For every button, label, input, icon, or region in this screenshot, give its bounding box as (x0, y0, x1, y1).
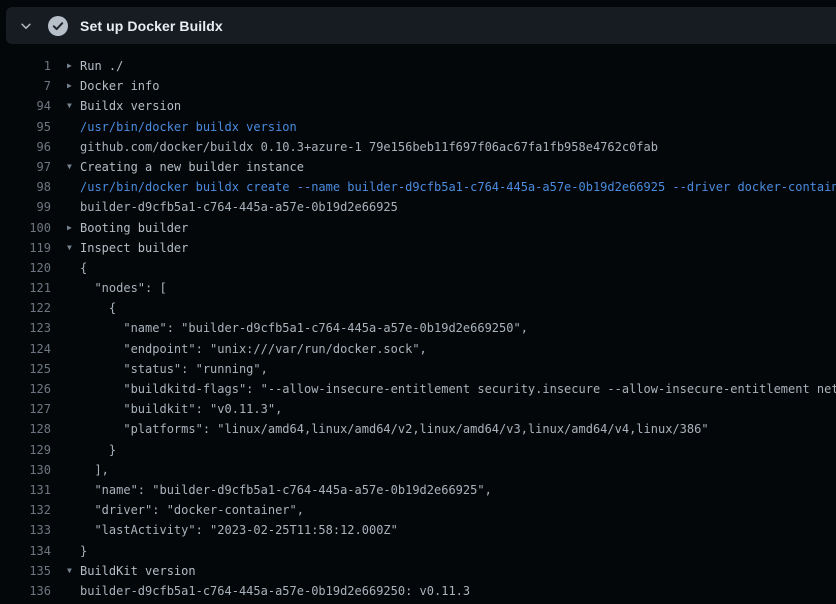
step-header[interactable]: Set up Docker Buildx (6, 7, 836, 44)
line-text: ], (80, 460, 109, 480)
line-text: { (80, 298, 116, 318)
line-number[interactable]: 7 (0, 76, 51, 96)
line-number[interactable]: 94 (0, 96, 51, 116)
log-line-row: 130 ], (0, 460, 836, 480)
log-lines: 1 ▶ Run ./ 7 ▶ Docker info 94 ▼ Buildx v… (0, 56, 836, 601)
line-text: "buildkit": "v0.11.3", (80, 399, 282, 419)
line-number[interactable]: 1 (0, 56, 51, 76)
triangle-right-icon[interactable]: ▶ (67, 76, 80, 96)
triangle-right-icon[interactable]: ▶ (67, 218, 80, 238)
line-number[interactable]: 120 (0, 258, 51, 278)
log-line-row[interactable]: 7 ▶ Docker info (0, 76, 836, 96)
line-text: Creating a new builder instance (80, 157, 304, 177)
log-line-row: 127 "buildkit": "v0.11.3", (0, 399, 836, 419)
line-text: "endpoint": "unix:///var/run/docker.sock… (80, 339, 427, 359)
log-line-row: 131 "name": "builder-d9cfb5a1-c764-445a-… (0, 480, 836, 500)
line-text: } (80, 541, 87, 561)
line-number[interactable]: 96 (0, 137, 51, 157)
log-line-row: 124 "endpoint": "unix:///var/run/docker.… (0, 339, 836, 359)
line-text: "lastActivity": "2023-02-25T11:58:12.000… (80, 520, 398, 540)
line-text: builder-d9cfb5a1-c764-445a-a57e-0b19d2e6… (80, 197, 398, 217)
line-number[interactable]: 97 (0, 157, 51, 177)
line-text: "driver": "docker-container", (80, 500, 304, 520)
triangle-right-icon[interactable]: ▶ (67, 56, 80, 76)
log-line-row: 128 "platforms": "linux/amd64,linux/amd6… (0, 419, 836, 439)
line-number[interactable]: 119 (0, 238, 51, 258)
line-number[interactable]: 124 (0, 339, 51, 359)
log-line-row: 123 "name": "builder-d9cfb5a1-c764-445a-… (0, 318, 836, 338)
line-text: "buildkitd-flags": "--allow-insecure-ent… (80, 379, 836, 399)
triangle-down-icon[interactable]: ▼ (67, 561, 80, 581)
line-number[interactable]: 132 (0, 500, 51, 520)
line-number[interactable]: 126 (0, 379, 51, 399)
line-number[interactable]: 100 (0, 218, 51, 238)
line-number[interactable]: 125 (0, 359, 51, 379)
line-number[interactable]: 127 (0, 399, 51, 419)
line-text: "status": "running", (80, 359, 268, 379)
line-number[interactable]: 99 (0, 197, 51, 217)
check-circle-icon (48, 16, 68, 36)
line-text: builder-d9cfb5a1-c764-445a-a57e-0b19d2e6… (80, 581, 470, 601)
log-line-row: 136 builder-d9cfb5a1-c764-445a-a57e-0b19… (0, 581, 836, 601)
log-line-row: 98 /usr/bin/docker buildx create --name … (0, 177, 836, 197)
line-number[interactable]: 130 (0, 460, 51, 480)
line-number[interactable]: 121 (0, 278, 51, 298)
line-text: "platforms": "linux/amd64,linux/amd64/v2… (80, 419, 709, 439)
log-line-row: 122 { (0, 298, 836, 318)
step-title: Set up Docker Buildx (80, 18, 223, 34)
log-line-row[interactable]: 135 ▼ BuildKit version (0, 561, 836, 581)
log-line-row: 126 "buildkitd-flags": "--allow-insecure… (0, 379, 836, 399)
line-number[interactable]: 129 (0, 440, 51, 460)
log-line-row: 134 } (0, 541, 836, 561)
triangle-down-icon[interactable]: ▼ (67, 96, 80, 116)
line-text: Run ./ (80, 56, 123, 76)
log-area: 1 ▶ Run ./ 7 ▶ Docker info 94 ▼ Buildx v… (0, 44, 836, 601)
line-text: /usr/bin/docker buildx version (80, 117, 297, 137)
log-line-row: 95 /usr/bin/docker buildx version (0, 117, 836, 137)
line-number[interactable]: 135 (0, 561, 51, 581)
line-text: "name": "builder-d9cfb5a1-c764-445a-a57e… (80, 480, 492, 500)
chevron-down-icon[interactable] (18, 18, 34, 34)
line-text: Buildx version (80, 96, 181, 116)
log-line-row[interactable]: 97 ▼ Creating a new builder instance (0, 157, 836, 177)
log-line-row: 132 "driver": "docker-container", (0, 500, 836, 520)
triangle-down-icon[interactable]: ▼ (67, 238, 80, 258)
log-line-row[interactable]: 100 ▶ Booting builder (0, 218, 836, 238)
line-number[interactable]: 95 (0, 117, 51, 137)
line-number[interactable]: 128 (0, 419, 51, 439)
log-line-row[interactable]: 94 ▼ Buildx version (0, 96, 836, 116)
line-text: } (80, 440, 116, 460)
line-text: BuildKit version (80, 561, 196, 581)
line-number[interactable]: 123 (0, 318, 51, 338)
line-text: "name": "builder-d9cfb5a1-c764-445a-a57e… (80, 318, 528, 338)
log-line-row: 129 } (0, 440, 836, 460)
line-number[interactable]: 122 (0, 298, 51, 318)
log-line-row: 133 "lastActivity": "2023-02-25T11:58:12… (0, 520, 836, 540)
line-text: Docker info (80, 76, 159, 96)
log-line-row: 99 builder-d9cfb5a1-c764-445a-a57e-0b19d… (0, 197, 836, 217)
line-text: Booting builder (80, 218, 188, 238)
line-text: "nodes": [ (80, 278, 167, 298)
triangle-down-icon[interactable]: ▼ (67, 157, 80, 177)
line-text: { (80, 258, 87, 278)
log-line-row: 121 "nodes": [ (0, 278, 836, 298)
log-line-row[interactable]: 119 ▼ Inspect builder (0, 238, 836, 258)
log-line-row[interactable]: 1 ▶ Run ./ (0, 56, 836, 76)
line-text: /usr/bin/docker buildx create --name bui… (80, 177, 836, 197)
line-number[interactable]: 133 (0, 520, 51, 540)
log-line-row: 96 github.com/docker/buildx 0.10.3+azure… (0, 137, 836, 157)
line-number[interactable]: 136 (0, 581, 51, 601)
line-text: Inspect builder (80, 238, 188, 258)
line-number[interactable]: 134 (0, 541, 51, 561)
log-line-row: 120 { (0, 258, 836, 278)
line-number[interactable]: 131 (0, 480, 51, 500)
log-line-row: 125 "status": "running", (0, 359, 836, 379)
line-text: github.com/docker/buildx 0.10.3+azure-1 … (80, 137, 658, 157)
line-number[interactable]: 98 (0, 177, 51, 197)
